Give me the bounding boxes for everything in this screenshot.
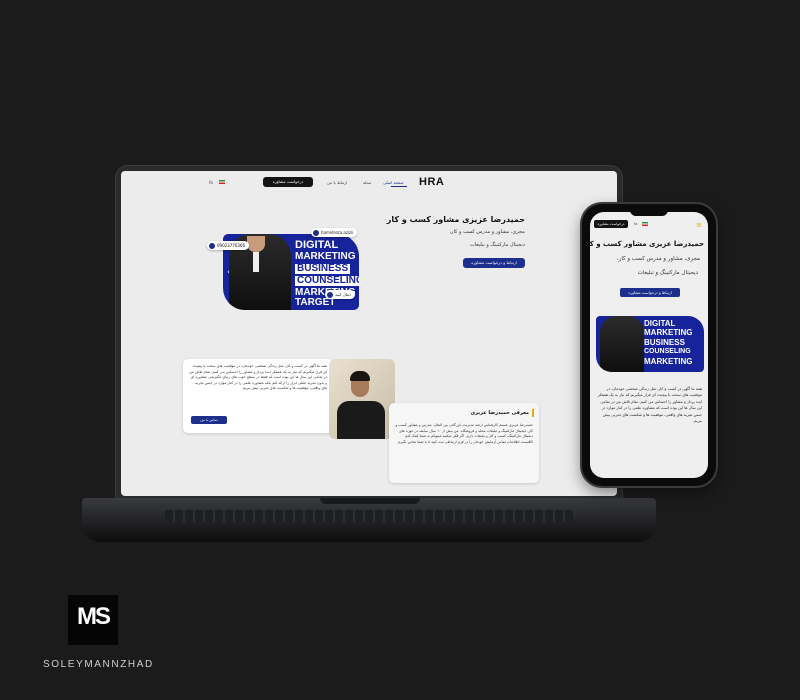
mobile-contact-button[interactable]: ارتباط و درخواست مشاوره	[620, 288, 680, 297]
follow-label: دنبال کنید	[335, 292, 351, 297]
phone-number: 09023776366	[217, 243, 245, 248]
profile-photo	[329, 359, 395, 439]
hamburger-menu-icon[interactable]: ≡	[696, 222, 702, 229]
contact-me-button[interactable]: تماس با من	[191, 416, 227, 424]
mobile-language-label[interactable]: fa	[634, 222, 637, 226]
mobile-iran-flag-icon[interactable]	[642, 222, 648, 226]
mobile-banner-line: COUNSELING	[644, 348, 691, 355]
laptop-hinge	[320, 498, 420, 504]
intro-card: معرفی حمیدرضا عزیزی حمیدرضا عزیزی هستم ک…	[389, 403, 539, 483]
follow-pill[interactable]: دنبال کنید	[325, 290, 355, 299]
site-logo[interactable]: HRA	[419, 176, 444, 188]
mobile-banner-line: MARKETING	[644, 357, 693, 366]
banner-next-icon[interactable]: ›	[347, 268, 355, 276]
banner-line: COUNSELING	[295, 276, 359, 286]
phone-screen: درخواست مشاوره fa ≡ حمیدرضا عزیزی مشاور …	[590, 212, 708, 478]
nav-link-home[interactable]: صفحه اصلی	[383, 180, 404, 185]
nav-link-magazine[interactable]: مجله	[363, 180, 371, 185]
phone-notch	[630, 208, 668, 216]
mobile-banner-line: MARKETING	[644, 328, 693, 337]
phone-pill[interactable]: 09023776366	[207, 241, 249, 250]
mobile-hero-banner: DIGITAL MARKETING BUSINESS COUNSELING MA…	[596, 316, 704, 372]
mobile-request-consultation-button[interactable]: درخواست مشاوره	[594, 220, 628, 228]
banner-person-head	[247, 236, 265, 252]
mobile-hero-title: حمیدرضا عزیزی مشاور کسب و کار	[590, 240, 704, 248]
nav-link-contact[interactable]: ارتباط با من	[327, 180, 347, 185]
banner-line: BUSINESS	[295, 263, 351, 274]
iran-flag-icon[interactable]	[219, 180, 225, 184]
about-card: همه ما آگهی در کسب و کار، مثل زندگی شخصی…	[183, 359, 333, 433]
about-paragraph: همه ما آگهی در کسب و کار، مثل زندگی شخصی…	[189, 364, 327, 391]
banner-line: TARGET	[295, 297, 336, 308]
mobile-banner-line: DIGITAL	[644, 319, 676, 328]
intro-paragraph: حمیدرضا عزیزی هستم کارشناس ارشد مدیریت ب…	[395, 423, 533, 444]
nav-active-indicator	[391, 186, 407, 187]
banner-line: DIGITAL	[295, 239, 339, 251]
laptop-screen: fa درخواست مشاوره ارتباط با من مجله صفحه…	[121, 171, 617, 496]
mobile-hero-subtitle-2: دیجیتال مارکتینگ و تبلیغات	[637, 270, 698, 276]
hero-subtitle-2: دیجیتال مارکتینگ و تبلیغات	[470, 242, 525, 248]
mobile-banner-line: BUSINESS	[644, 338, 685, 347]
profile-body	[337, 401, 385, 439]
instagram-icon	[313, 229, 319, 236]
request-consultation-button[interactable]: درخواست مشاوره	[263, 177, 313, 187]
instagram-pill[interactable]: hamidreza.azizii	[311, 228, 358, 237]
telegram-icon	[327, 291, 333, 298]
hero-subtitle: مجری، مشاور و مدرس کسب و کار،	[449, 229, 525, 235]
intro-title: معرفی حمیدرضا عزیزی	[470, 410, 529, 416]
intro-accent-bar	[532, 409, 534, 417]
mobile-banner-person-image	[600, 316, 644, 372]
mobile-hero-subtitle: مجری، مشاور و مدرس کسب و کار،	[616, 256, 700, 262]
hero-contact-button[interactable]: ارتباط و درخواست مشاوره	[463, 258, 525, 268]
language-label[interactable]: fa	[209, 180, 213, 185]
banner-line: MARKETING	[295, 251, 356, 262]
brand-logo: MS	[77, 603, 111, 630]
phone-icon	[209, 242, 215, 249]
site-header: fa درخواست مشاوره ارتباط با من مجله صفحه…	[121, 171, 617, 193]
mobile-about-paragraph: همه ما آگهی در کسب و کار، مثل زندگی شخصی…	[597, 386, 702, 424]
hero-title: حمیدرضا عزیزی مشاور کسب و کار	[386, 215, 525, 224]
instagram-handle: hamidreza.azizii	[321, 230, 354, 235]
banner-person-shirt	[253, 252, 259, 272]
laptop-keyboard	[165, 510, 573, 522]
banner-prev-icon[interactable]: ‹	[227, 268, 235, 276]
profile-hair	[350, 371, 370, 381]
brand-name: SOLEYMANNZHAD	[43, 659, 154, 670]
